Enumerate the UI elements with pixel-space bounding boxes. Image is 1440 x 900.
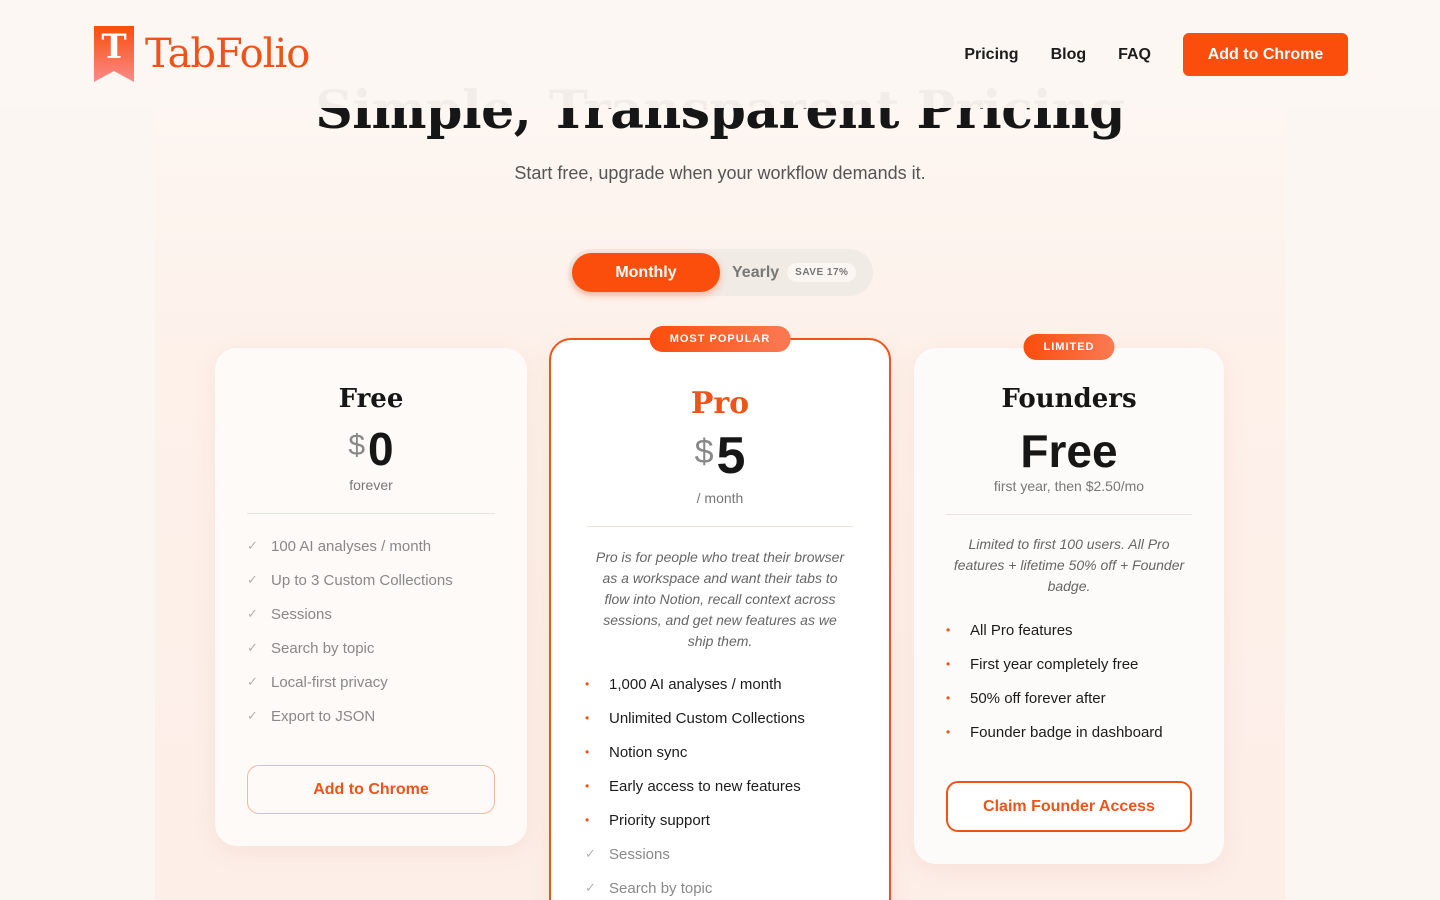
limited-badge: LIMITED: [1023, 334, 1115, 360]
page-subtitle: Start free, upgrade when your workflow d…: [514, 163, 926, 183]
feature-label: All Pro features: [970, 621, 1073, 639]
nav-link-faq[interactable]: FAQ: [1118, 46, 1151, 64]
list-item: ✓ Up to 3 Custom Collections: [247, 563, 503, 597]
feature-label: Sessions: [271, 605, 332, 623]
feature-label: Unlimited Custom Collections: [609, 709, 805, 727]
save-badge: SAVE 17%: [787, 263, 857, 282]
feature-list: • All Pro features • First year completely…: [946, 613, 1200, 749]
list-item: • Unlimited Custom Collections: [585, 701, 865, 735]
brand-logo-link[interactable]: T TabFolio: [92, 24, 310, 84]
price-amount: 5: [716, 427, 746, 485]
feature-label: 1,000 AI analyses / month: [609, 675, 782, 693]
list-item: ✓ Sessions: [247, 597, 503, 631]
free-add-to-chrome-button[interactable]: Add to Chrome: [247, 765, 495, 814]
bullet-icon: •: [585, 677, 590, 691]
feature-label: Up to 3 Custom Collections: [271, 571, 453, 589]
plan-card-free: Free $0 forever ✓ 100 AI analyses / month…: [215, 348, 527, 846]
header-add-to-chrome-button[interactable]: Add to Chrome: [1183, 33, 1348, 76]
bookmark-logo-icon: T: [92, 24, 136, 84]
plan-name: Pro: [690, 386, 750, 421]
check-icon: ✓: [247, 640, 258, 655]
plan-name: Founders: [1001, 384, 1137, 414]
plan-card-pro: MOST POPULAR Pro $5 / month Pro is for p…: [549, 326, 891, 900]
check-icon: ✓: [247, 606, 258, 621]
feature-label: First year completely free: [970, 655, 1139, 673]
claim-founder-access-button[interactable]: Claim Founder Access: [946, 781, 1192, 832]
plan-period: first year, then $2.50/mo: [993, 478, 1145, 494]
feature-label: Export to JSON: [271, 707, 376, 725]
feature-label: 100 AI analyses / month: [271, 537, 432, 555]
list-item: • 1,000 AI analyses / month: [585, 667, 865, 701]
plan-price: Free: [914, 424, 1224, 478]
toggle-yearly[interactable]: Yearly: [732, 264, 779, 282]
bullet-icon: •: [946, 691, 951, 705]
feature-list: ✓ 100 AI analyses / month ✓ Up to 3 Custom…: [247, 529, 503, 733]
divider: [587, 526, 853, 527]
plan-card-founders: LIMITED Founders Free first year, then $…: [914, 334, 1224, 864]
divider: [946, 514, 1192, 515]
check-icon: ✓: [585, 846, 596, 861]
bullet-icon: •: [946, 623, 951, 637]
list-item: ✓ 100 AI analyses / month: [247, 529, 503, 563]
feature-label: Search by topic: [271, 639, 375, 657]
list-item: • Early access to new features: [585, 769, 865, 803]
feature-label: 50% off forever after: [970, 689, 1106, 707]
list-item: • All Pro features: [946, 613, 1200, 647]
list-item: • Notion sync: [585, 735, 865, 769]
plan-price: $5: [551, 426, 889, 486]
nav-link-pricing[interactable]: Pricing: [964, 46, 1018, 64]
bullet-icon: •: [585, 779, 590, 793]
list-item: ✓ Sessions: [585, 837, 865, 871]
main-nav: Pricing Blog FAQ Add to Chrome: [964, 33, 1348, 76]
currency-symbol: $: [348, 429, 366, 462]
list-item: • 50% off forever after: [946, 681, 1200, 715]
feature-label: Notion sync: [609, 743, 688, 761]
bullet-icon: •: [585, 813, 590, 827]
bullet-icon: •: [585, 745, 590, 759]
feature-label: Search by topic: [609, 879, 713, 897]
feature-label: Early access to new features: [609, 777, 801, 795]
check-icon: ✓: [247, 708, 258, 723]
divider: [247, 513, 495, 514]
price-amount: Free: [1020, 425, 1118, 477]
plan-description: Limited to first 100 users. All Pro feat…: [953, 536, 1185, 594]
list-item: • Founder badge in dashboard: [946, 715, 1200, 749]
logo-letter: T: [101, 27, 126, 67]
plan-period: forever: [349, 477, 393, 493]
bullet-icon: •: [946, 657, 951, 671]
plan-price: $0: [215, 422, 527, 476]
bullet-icon: •: [946, 725, 951, 739]
plan-period: / month: [696, 490, 744, 506]
billing-toggle: Monthly Yearly SAVE 17%: [568, 249, 873, 296]
feature-label: Priority support: [609, 811, 710, 829]
feature-list: • 1,000 AI analyses / month • Unlimited Cu…: [585, 667, 865, 900]
bullet-icon: •: [585, 711, 590, 725]
list-item: ✓ Export to JSON: [247, 699, 503, 733]
nav-link-blog[interactable]: Blog: [1051, 46, 1087, 64]
plan-name: Free: [338, 384, 404, 414]
list-item: ✓ Search by topic: [247, 631, 503, 665]
check-icon: ✓: [247, 538, 258, 553]
check-icon: ✓: [247, 674, 258, 689]
toggle-monthly[interactable]: Monthly: [572, 253, 720, 292]
list-item: ✓ Search by topic: [585, 871, 865, 900]
currency-symbol: $: [694, 433, 714, 471]
most-popular-badge: MOST POPULAR: [649, 326, 791, 352]
site-header: T TabFolio Pricing Blog FAQ Add to Chrom…: [0, 0, 1440, 108]
list-item: • Priority support: [585, 803, 865, 837]
feature-label: Local-first privacy: [271, 673, 388, 691]
list-item: • First year completely free: [946, 647, 1200, 681]
feature-label: Sessions: [609, 845, 670, 863]
feature-label: Founder badge in dashboard: [970, 723, 1163, 741]
brand-name: TabFolio: [145, 31, 310, 77]
check-icon: ✓: [585, 880, 596, 895]
plan-description: Pro is for people who treat their browse…: [595, 549, 845, 649]
price-amount: 0: [368, 423, 394, 475]
list-item: ✓ Local-first privacy: [247, 665, 503, 699]
check-icon: ✓: [247, 572, 258, 587]
